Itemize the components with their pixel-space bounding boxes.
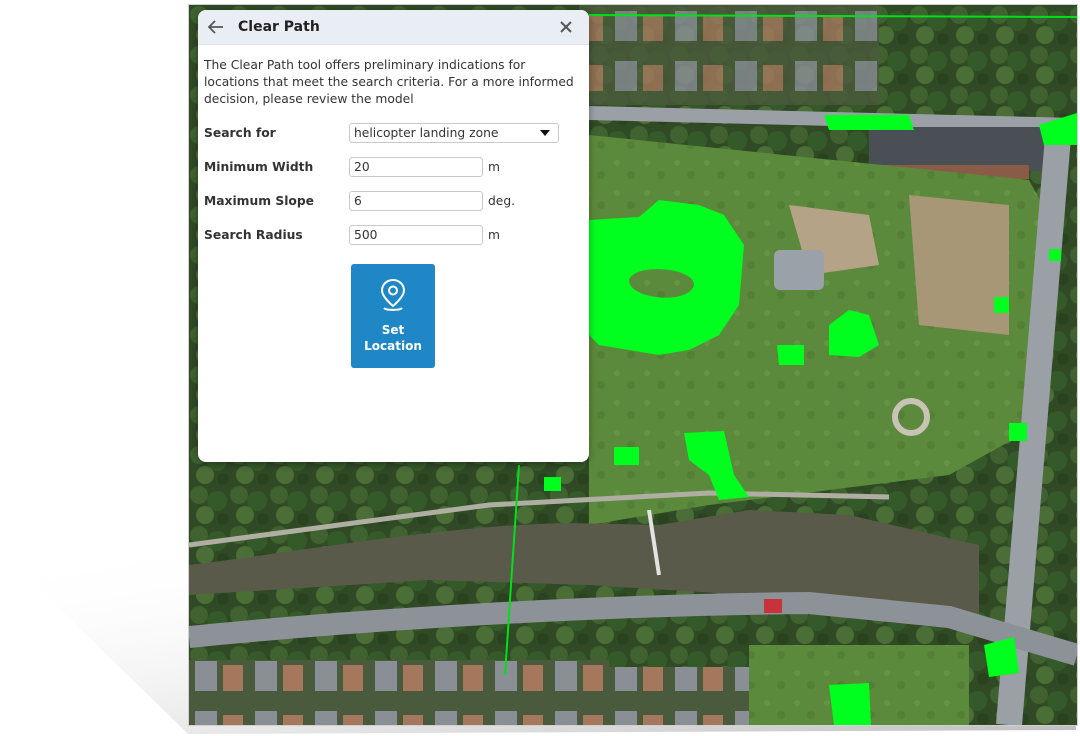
min-width-input[interactable]	[349, 157, 483, 177]
search-for-value: helicopter landing zone	[354, 126, 499, 140]
panel-title: Clear Path	[238, 19, 320, 35]
min-width-unit: m	[488, 160, 500, 174]
search-radius-input[interactable]	[349, 225, 483, 245]
search-radius-label: Search Radius	[204, 228, 303, 242]
set-location-label-line2: Location	[364, 339, 422, 353]
map-pin-icon	[380, 278, 406, 311]
panel-description: The Clear Path tool offers preliminary i…	[204, 58, 574, 106]
max-slope-unit: deg.	[488, 194, 516, 208]
search-for-select[interactable]: helicopter landing zone	[349, 123, 559, 143]
min-width-row: Minimum Width m	[204, 156, 500, 178]
arrow-left-icon[interactable]	[206, 17, 226, 37]
min-width-label: Minimum Width	[204, 160, 314, 174]
close-icon[interactable]	[557, 18, 575, 36]
max-slope-row: Maximum Slope deg.	[204, 190, 515, 212]
max-slope-input[interactable]	[349, 191, 483, 211]
search-for-label: Search for	[204, 126, 276, 140]
search-radius-row: Search Radius m	[204, 224, 500, 246]
set-location-label-line1: Set	[381, 323, 405, 337]
search-radius-unit: m	[488, 228, 500, 242]
set-location-label: Set Location	[364, 322, 422, 354]
set-location-button[interactable]: Set Location	[351, 264, 435, 368]
panel-header: Clear Path	[198, 10, 589, 45]
max-slope-label: Maximum Slope	[204, 194, 315, 208]
clear-path-panel: Clear Path The Clear Path tool offers pr…	[198, 10, 589, 462]
caret-down-icon	[540, 130, 550, 136]
search-for-row: Search for helicopter landing zone	[204, 122, 559, 144]
